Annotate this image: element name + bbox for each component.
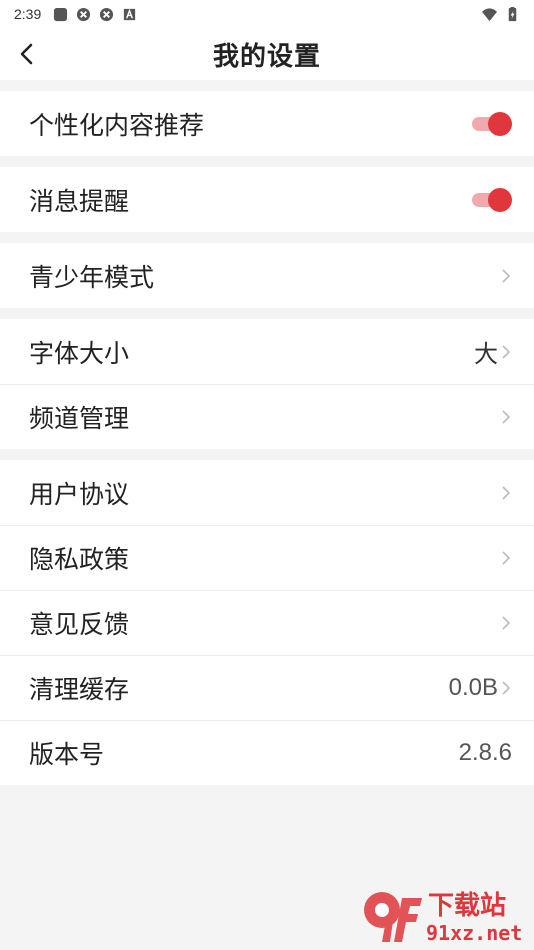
notify-toggle[interactable]	[472, 187, 512, 212]
circle-app-icon-2	[100, 7, 114, 21]
setting-row-feedback[interactable]: 意见反馈	[0, 590, 534, 655]
setting-row-font-size[interactable]: 字体大小 大	[0, 319, 534, 384]
setting-row-cache[interactable]: 清理缓存 0.0B	[0, 655, 534, 720]
page-title: 我的设置	[212, 41, 321, 72]
settings-group-display: 字体大小 大 频道管理	[0, 319, 534, 449]
chevron-left-icon[interactable]	[14, 40, 42, 68]
chevron-right-icon	[502, 344, 511, 359]
watermark-url: 91xz.net	[426, 921, 522, 945]
toggle-knob	[488, 111, 512, 136]
setting-label: 消息提醒	[29, 186, 130, 216]
setting-row-youth[interactable]: 青少年模式	[0, 243, 534, 308]
battery-icon	[508, 6, 517, 21]
setting-label: 字体大小	[29, 338, 130, 368]
setting-row-channel[interactable]: 频道管理	[0, 384, 534, 449]
watermark-title: 下载站	[428, 891, 506, 921]
chevron-right-icon	[502, 268, 511, 283]
status-right-icons	[482, 6, 520, 22]
chevron-right-icon	[502, 615, 511, 630]
version-value: 2.8.6	[458, 738, 512, 766]
setting-label: 隐私政策	[29, 544, 130, 574]
app-notification-icon	[54, 7, 68, 21]
status-left-icons	[53, 7, 137, 22]
cache-size-value: 0.0B	[448, 673, 498, 701]
status-time: 2:39	[14, 6, 42, 22]
chevron-right-icon	[502, 550, 511, 565]
toggle-knob	[488, 187, 512, 212]
setting-row-agreement[interactable]: 用户协议	[0, 460, 534, 525]
setting-label: 版本号	[29, 739, 105, 769]
circle-app-icon	[77, 7, 91, 21]
watermark-graphic: 下载站 91xz.net	[364, 891, 522, 945]
settings-group-youth: 青少年模式	[0, 243, 534, 308]
chevron-right-icon	[502, 485, 511, 500]
watermark-logo: 下载站 91xz.net	[360, 884, 530, 946]
setting-row-version: 版本号 2.8.6	[0, 720, 534, 785]
setting-label: 用户协议	[29, 479, 130, 509]
setting-row-privacy[interactable]: 隐私政策	[0, 525, 534, 590]
chevron-right-icon	[502, 409, 511, 424]
setting-label: 意见反馈	[29, 609, 130, 639]
wifi-icon	[482, 7, 497, 21]
setting-row-notify[interactable]: 消息提醒	[0, 167, 534, 232]
setting-label: 个性化内容推荐	[29, 110, 205, 140]
top-bar: 我的设置	[0, 28, 534, 80]
recommend-toggle[interactable]	[472, 111, 512, 136]
settings-group-notify: 消息提醒	[0, 167, 534, 232]
setting-label: 青少年模式	[29, 262, 155, 292]
setting-label: 频道管理	[29, 403, 130, 433]
a-box-icon	[124, 8, 136, 20]
setting-label: 清理缓存	[29, 674, 130, 704]
settings-group-about: 用户协议 隐私政策 意见反馈 清理缓存 0.0B 版本号 2.8.6	[0, 460, 534, 785]
status-bar: 2:39	[0, 0, 534, 28]
font-size-value: 大	[474, 341, 498, 368]
settings-group-recommend: 个性化内容推荐	[0, 91, 534, 156]
setting-row-recommend[interactable]: 个性化内容推荐	[0, 91, 534, 156]
chevron-right-icon	[502, 680, 511, 695]
